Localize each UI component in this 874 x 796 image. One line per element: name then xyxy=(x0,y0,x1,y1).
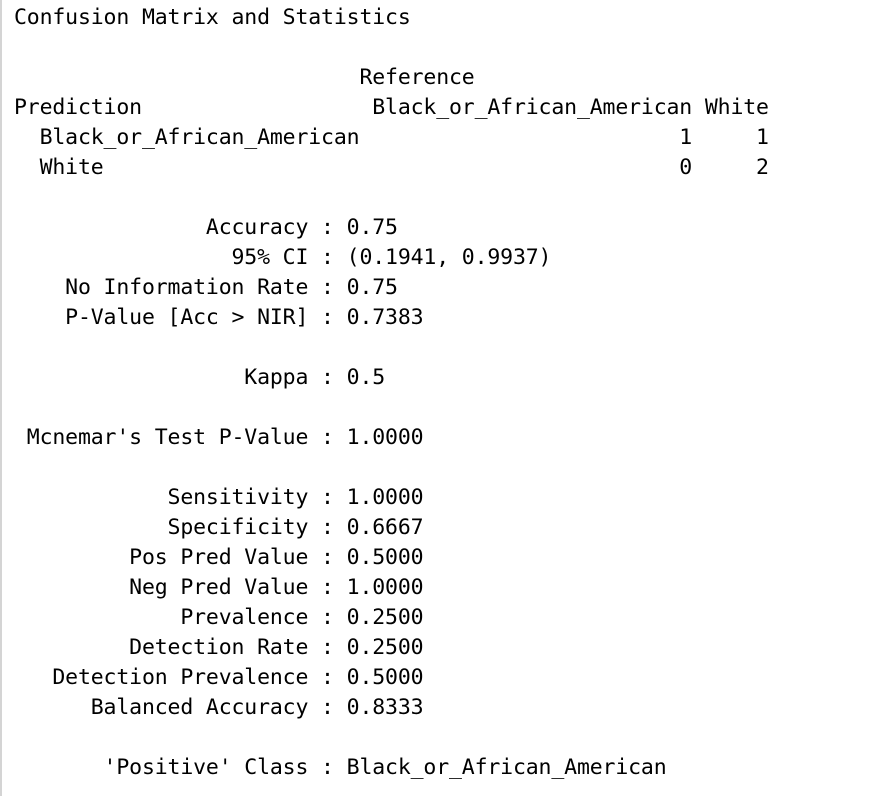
stat-prevalence: Prevalence : 0.2500 xyxy=(14,605,424,630)
stat-detection-rate: Detection Rate : 0.2500 xyxy=(14,635,424,660)
stat-pos-pred-value: Pos Pred Value : 0.5000 xyxy=(14,545,424,570)
reference-header: Reference xyxy=(14,65,475,90)
stat-no-information-rate: No Information Rate : 0.75 xyxy=(14,275,398,300)
stat-mcnemar-p-value: Mcnemar's Test P-Value : 1.0000 xyxy=(14,425,424,450)
console-output-panel: Confusion Matrix and Statistics Referenc… xyxy=(0,0,874,796)
stat-neg-pred-value: Neg Pred Value : 1.0000 xyxy=(14,575,424,600)
stat-sensitivity: Sensitivity : 1.0000 xyxy=(14,485,424,510)
stat-accuracy: Accuracy : 0.75 xyxy=(14,215,398,240)
stat-specificity: Specificity : 0.6667 xyxy=(14,515,424,540)
stat-detection-prevalence: Detection Prevalence : 0.5000 xyxy=(14,665,424,690)
stat-kappa: Kappa : 0.5 xyxy=(14,365,386,390)
stat-positive-class: 'Positive' Class : Black_or_African_Amer… xyxy=(14,755,667,780)
matrix-row-white: White 0 2 xyxy=(14,155,769,180)
stat-p-value-acc-nir: P-Value [Acc > NIR] : 0.7383 xyxy=(14,305,424,330)
stat-95-ci: 95% CI : (0.1941, 0.9937) xyxy=(14,245,552,270)
confusion-matrix-output: Confusion Matrix and Statistics Referenc… xyxy=(14,3,769,783)
matrix-row-black-or-african-american: Black_or_African_American 1 1 xyxy=(14,125,769,150)
output-title: Confusion Matrix and Statistics xyxy=(14,5,411,30)
prediction-header-row: Prediction Black_or_African_American Whi… xyxy=(14,95,769,120)
stat-balanced-accuracy: Balanced Accuracy : 0.8333 xyxy=(14,695,424,720)
